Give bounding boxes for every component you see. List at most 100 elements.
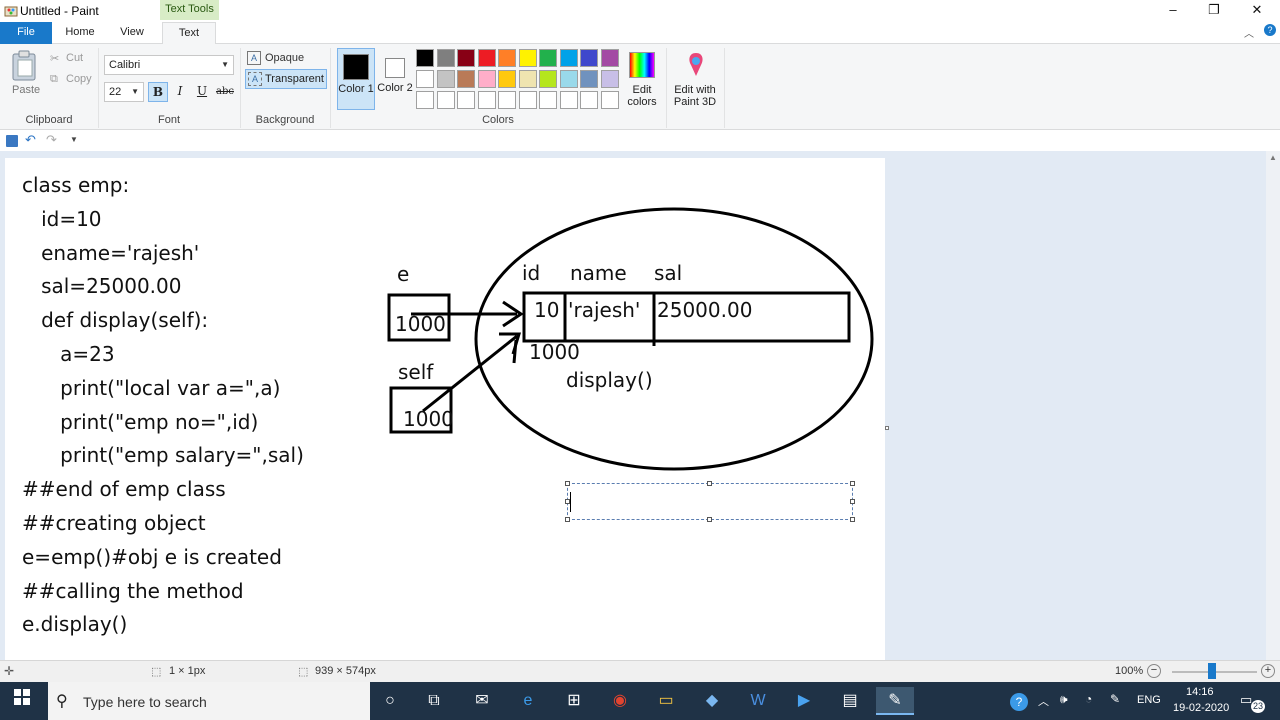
paste-icon[interactable]	[10, 50, 40, 82]
palette-swatch[interactable]	[559, 49, 578, 67]
copy-button[interactable]: Copy	[66, 73, 92, 85]
vertical-scrollbar[interactable]: ▲	[1266, 151, 1280, 660]
tab-view[interactable]: View	[108, 22, 156, 44]
tab-home[interactable]: Home	[56, 22, 104, 44]
palette-swatch[interactable]	[600, 70, 619, 88]
file-explorer-icon[interactable]: ▭	[652, 687, 680, 715]
minimize-button[interactable]: –	[1150, 0, 1196, 22]
cortana-icon[interactable]: ○	[376, 687, 404, 715]
palette-swatch[interactable]	[559, 91, 578, 109]
palette-swatch[interactable]	[416, 91, 434, 109]
zoom-slider-thumb[interactable]	[1208, 663, 1216, 679]
cut-icon[interactable]: ✂	[50, 52, 59, 65]
store-icon[interactable]: ⊞	[560, 687, 588, 715]
font-group-label: Font	[157, 114, 180, 126]
cut-button[interactable]: Cut	[66, 52, 83, 64]
edge-icon[interactable]: e	[514, 687, 542, 715]
opaque-icon[interactable]: A	[247, 51, 261, 65]
chrome-icon[interactable]: ◉	[606, 687, 634, 715]
pen-icon[interactable]: ✎	[1110, 692, 1120, 706]
palette-swatch[interactable]	[600, 49, 619, 67]
drawing-canvas[interactable]: class emp: id=10 ename='rajesh' sal=2500…	[5, 158, 885, 660]
palette-swatch[interactable]	[539, 91, 557, 109]
undo-icon[interactable]: ↶	[25, 132, 36, 148]
bold-button[interactable]: B	[148, 82, 168, 102]
word-icon[interactable]: W	[744, 687, 772, 715]
save-icon[interactable]	[6, 135, 18, 147]
font-size-select[interactable]: 22 ▼	[104, 82, 144, 102]
palette-swatch[interactable]	[477, 91, 496, 109]
palette-swatch[interactable]	[498, 70, 516, 88]
palette-swatch[interactable]	[457, 70, 475, 88]
maximize-button[interactable]: ❐	[1191, 0, 1237, 22]
customize-qat-icon[interactable]: ▼	[70, 135, 78, 144]
edit-colors-button[interactable]: Edit colors	[622, 48, 662, 110]
palette-swatch[interactable]	[539, 49, 557, 67]
palette-swatch[interactable]	[600, 91, 619, 109]
scroll-up-icon[interactable]: ▲	[1269, 153, 1277, 162]
transparent-button[interactable]: A Transparent	[245, 69, 327, 89]
close-button[interactable]: ✕	[1234, 0, 1280, 22]
paint-taskbar-icon[interactable]: ✎	[876, 687, 914, 715]
resize-handle[interactable]	[850, 517, 855, 522]
taskbar-search-box[interactable]: ⚲ Type here to search	[48, 682, 370, 720]
text-input-box[interactable]	[565, 481, 855, 522]
resize-handle[interactable]	[707, 517, 712, 522]
palette-swatch[interactable]	[539, 70, 557, 88]
palette-swatch[interactable]	[518, 49, 537, 67]
italic-button[interactable]: I	[170, 82, 190, 102]
palette-swatch[interactable]	[436, 49, 455, 67]
palette-swatch[interactable]	[518, 70, 537, 88]
redo-icon[interactable]: ↷	[46, 132, 57, 148]
paste-button[interactable]: Paste	[12, 84, 40, 96]
resize-handle[interactable]	[565, 517, 570, 522]
palette-swatch[interactable]	[477, 70, 496, 88]
network-icon[interactable]: ◔	[1085, 692, 1092, 706]
palette-swatch[interactable]	[580, 49, 598, 67]
resize-handle[interactable]	[850, 499, 855, 504]
underline-button[interactable]: U	[192, 82, 212, 102]
palette-swatch[interactable]	[498, 49, 516, 67]
canvas-resize-handle[interactable]	[885, 426, 889, 430]
zoom-app-icon[interactable]: ▶	[790, 687, 818, 715]
clock-date[interactable]: 19-02-2020	[1173, 702, 1229, 714]
opaque-button[interactable]: Opaque	[265, 52, 304, 64]
palette-swatch[interactable]	[559, 70, 578, 88]
mail-icon[interactable]: ✉	[468, 687, 496, 715]
color1-button[interactable]: Color 1	[337, 48, 375, 110]
font-family-select[interactable]: Calibri ▼	[104, 55, 234, 75]
windows-start-icon[interactable]	[8, 687, 36, 715]
tab-file[interactable]: File	[0, 22, 52, 44]
help-tray-icon[interactable]: ?	[1010, 693, 1028, 711]
document-app-icon[interactable]: ▤	[836, 687, 864, 715]
copy-icon[interactable]: ⧉	[50, 73, 58, 86]
resize-handle[interactable]	[565, 481, 570, 486]
edit-with-paint3d-button[interactable]: Edit with Paint 3D	[670, 48, 720, 110]
help-icon[interactable]: ?	[1264, 24, 1276, 36]
color2-button[interactable]: Color 2	[377, 48, 413, 110]
task-view-icon[interactable]: ⧉	[420, 687, 448, 715]
app-icon[interactable]: ◆	[698, 687, 726, 715]
palette-swatch[interactable]	[457, 49, 475, 67]
palette-swatch[interactable]	[518, 91, 537, 109]
resize-handle[interactable]	[707, 481, 712, 486]
palette-swatch[interactable]	[436, 70, 455, 88]
strikethrough-button[interactable]: abc	[214, 82, 236, 102]
palette-swatch[interactable]	[498, 91, 516, 109]
zoom-in-button[interactable]: +	[1261, 664, 1275, 678]
palette-swatch[interactable]	[416, 49, 434, 67]
palette-swatch[interactable]	[457, 91, 475, 109]
resize-handle[interactable]	[850, 481, 855, 486]
palette-swatch[interactable]	[436, 91, 455, 109]
palette-swatch[interactable]	[477, 49, 496, 67]
collapse-ribbon-icon[interactable]: ︿	[1244, 25, 1254, 40]
zoom-out-button[interactable]: −	[1147, 664, 1161, 678]
chevron-up-icon[interactable]: ︿	[1038, 693, 1049, 709]
clock-time[interactable]: 14:16	[1186, 686, 1214, 698]
tab-text[interactable]: Text	[162, 22, 216, 45]
language-indicator[interactable]: ENG	[1137, 694, 1161, 706]
volume-icon[interactable]: 🕪	[1060, 692, 1068, 707]
palette-swatch[interactable]	[580, 70, 598, 88]
palette-swatch[interactable]	[416, 70, 434, 88]
palette-swatch[interactable]	[580, 91, 598, 109]
